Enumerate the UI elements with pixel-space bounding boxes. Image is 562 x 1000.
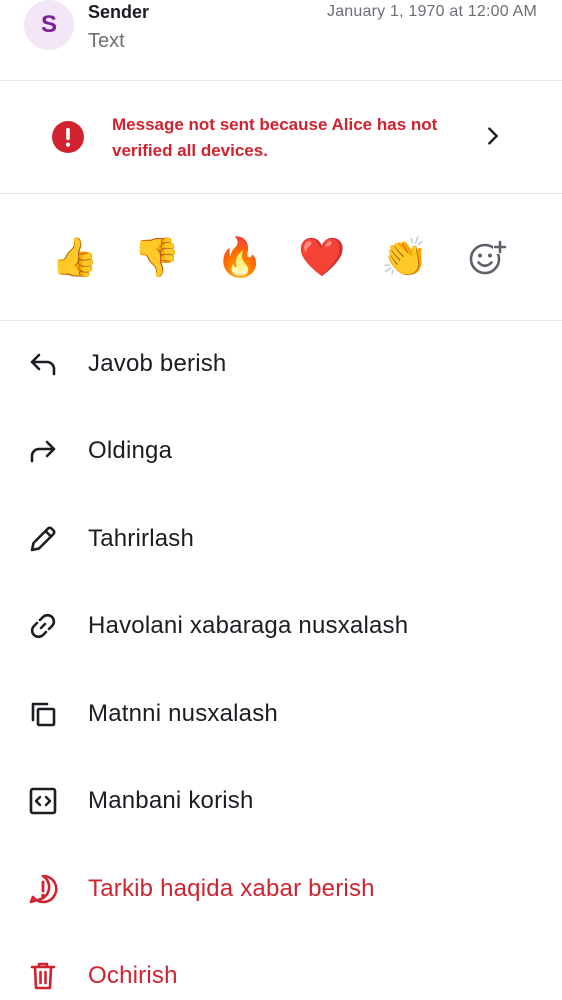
view-source-label: Manbani korish [88,787,254,814]
message-preview: Text [88,30,125,52]
copy-text-label: Matnni nusxalash [88,700,278,727]
thumbs-up-emoji[interactable]: 👍 [49,232,101,284]
copy-icon [26,697,60,731]
sender-name: Sender [88,2,150,22]
link-icon [26,609,60,643]
reply-label: Javob berish [88,350,227,377]
forward-label: Oldinga [88,437,173,464]
delete-action[interactable]: Ochirish [0,946,562,1000]
edit-label: Tahrirlash [88,525,195,552]
clapping-hands-emoji[interactable]: 👏 [379,232,431,284]
thumbs-down-emoji[interactable]: 👎 [131,232,183,284]
trash-icon [26,959,60,993]
message-header: S Sender Text January 1, 1970 at 12:00 A… [0,0,562,81]
edit-pencil-icon [26,522,60,556]
report-content-action[interactable]: Tarkib haqida xabar berish [0,859,562,919]
error-icon [52,121,84,153]
edit-action[interactable]: Tahrirlash [0,509,562,569]
send-failure-message: Message not sent because Alice has not v… [112,115,438,160]
delete-label: Ochirish [88,962,178,989]
forward-action[interactable]: Oldinga [0,421,562,481]
red-heart-emoji[interactable]: ❤️ [296,232,348,284]
copy-link-label: Havolani xabaraga nusxalash [88,612,409,639]
avatar: S [24,0,74,50]
reply-icon [26,347,60,381]
add-reaction-icon[interactable] [461,232,513,284]
report-icon [26,872,60,906]
message-timestamp: January 1, 1970 at 12:00 AM [327,3,537,20]
quick-reactions-bar: 👍 👎 🔥 ❤️ 👏 [0,194,562,321]
message-actions-sheet: S Sender Text January 1, 1970 at 12:00 A… [0,0,562,1000]
reply-action[interactable]: Javob berish [0,334,562,394]
view-source-action[interactable]: Manbani korish [0,771,562,831]
view-source-icon [26,784,60,818]
copy-link-action[interactable]: Havolani xabaraga nusxalash [0,596,562,656]
forward-icon [26,434,60,468]
send-failure-banner[interactable]: Message not sent because Alice has not v… [0,81,562,194]
report-content-label: Tarkib haqida xabar berish [88,875,375,902]
copy-text-action[interactable]: Matnni nusxalash [0,684,562,744]
fire-emoji[interactable]: 🔥 [214,232,266,284]
chevron-right-icon[interactable] [482,125,504,147]
